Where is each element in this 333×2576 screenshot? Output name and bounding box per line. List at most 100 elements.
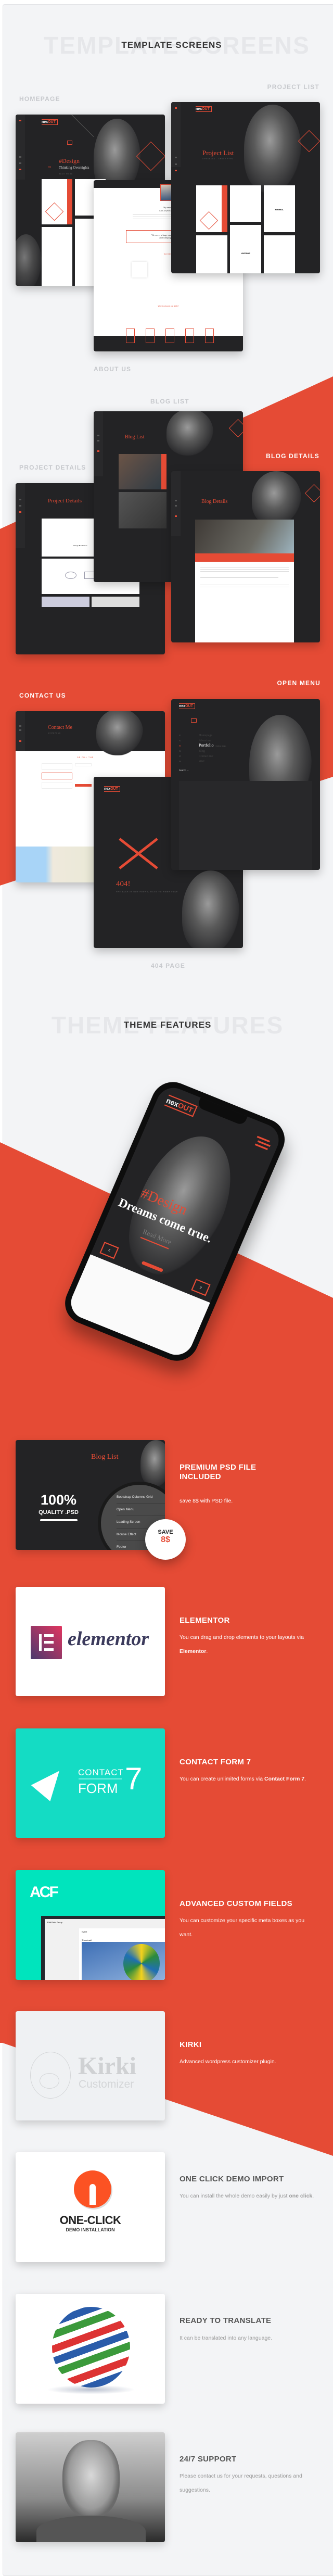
label-project-list: PROJECT LIST	[267, 83, 319, 91]
error-code: 404!	[116, 880, 131, 888]
portrait-image	[140, 1440, 165, 1487]
brush-stroke	[40, 1519, 78, 1521]
project-tile[interactable]: MINIMAL	[264, 185, 295, 232]
deco-square	[298, 130, 320, 153]
bottom-panel	[179, 781, 312, 870]
client-logo	[132, 262, 147, 277]
label-project-details: PROJECT DETAILS	[19, 464, 86, 471]
feature-description: It can be translated into any language.	[180, 2335, 273, 2341]
translate-card	[16, 2294, 165, 2404]
screen-open-menu[interactable]: nexOUT 01 Homepage 02 About me 03 Portfolio P…	[171, 699, 320, 870]
hero-title: #Design	[59, 157, 80, 165]
info-card	[42, 773, 72, 779]
oneclick-sub: DEMO INSTALLATION	[66, 2227, 115, 2232]
project-image	[42, 597, 89, 607]
chevron-left-icon[interactable]: ‹	[99, 1242, 119, 1259]
search-input[interactable]: Search ...	[179, 769, 189, 772]
deco-square	[228, 419, 243, 438]
acf-card: ACF Edit Field Group Event Thumbnail	[16, 1870, 165, 1980]
hero-subtitle: Thinking Overnights	[59, 166, 89, 170]
logo: nexOUT	[164, 1094, 198, 1117]
portrait-image	[16, 234, 42, 286]
project-tile[interactable]	[42, 179, 72, 224]
feature-description: save 8$ with PSD file.	[180, 1498, 233, 1504]
save-badge: SAVE 8$	[145, 1519, 186, 1560]
project-tile[interactable]	[196, 235, 227, 273]
cf7-card: CONTACT FORM 7	[16, 1728, 165, 1838]
section-title: TEMPLATE SCREENS	[121, 40, 222, 50]
logo: nexOUT	[179, 703, 195, 709]
label-404-page: 404 PAGE	[150, 962, 186, 969]
sidebar	[16, 115, 25, 180]
screen-blog-details[interactable]: Blog Details	[171, 471, 320, 642]
label-contact-us: CONTACT US	[19, 692, 66, 699]
logo: nexOUT	[104, 786, 120, 792]
skill-bar	[126, 329, 135, 343]
acf-logo: ACF	[30, 1884, 59, 1901]
layer-item: Open Menu	[117, 1508, 165, 1516]
portrait-image	[252, 471, 301, 526]
error-message[interactable]: THE PAGE IS NOT FOUND, BACK TO HOME PAGE	[116, 891, 178, 893]
deco-square	[136, 141, 165, 171]
sidebar	[171, 102, 181, 171]
info-card	[42, 763, 72, 770]
psd-percent: 100%	[40, 1492, 77, 1508]
click-hand-icon	[74, 2170, 111, 2208]
feature-description: You can install the whole demo easily by…	[180, 2193, 314, 2199]
project-tile[interactable]	[264, 235, 295, 273]
flag-globe-image	[52, 2307, 130, 2388]
chevron-right-icon[interactable]: ›	[191, 1279, 211, 1296]
sidebar	[171, 471, 181, 536]
menu-item-404-[interactable]: 06 404!	[179, 755, 204, 765]
deco-icon	[67, 141, 72, 145]
blog-card[interactable]	[119, 492, 166, 528]
info-card	[42, 782, 72, 789]
layer-item: Bootstrap Columns Grid	[117, 1495, 165, 1504]
feature-description: Advanced wordpress customizer plugin.	[180, 2059, 276, 2065]
screen-project-list[interactable]: nexOUT Project List HOMEPAGE · ABOUT TYP…	[171, 102, 320, 273]
project-tile[interactable]	[196, 185, 227, 232]
kirki-card: Kirki Customizer	[16, 2011, 165, 2120]
label-blog-list: BLOG LIST	[150, 398, 189, 405]
support-card	[16, 2432, 165, 2542]
skills-title: Why to choose our skills?	[158, 305, 179, 307]
feature-title: ONE CLICK DEMO IMPORT	[180, 2175, 284, 2183]
wp-admin-screenshot: Edit Field Group Event Thumbnail	[41, 1916, 165, 1980]
label-homepage: HOMEPAGE	[19, 95, 60, 103]
cf7-number: 7	[125, 1761, 143, 1796]
feature-title: KIRKI	[180, 2040, 202, 2049]
portrait-image	[244, 105, 301, 193]
skill-bar	[165, 329, 174, 343]
support-agent-photo	[62, 2440, 120, 2518]
blog-image	[195, 520, 294, 553]
kirki-name: Kirki	[78, 2052, 137, 2080]
feature-description: You can customize your specific meta box…	[180, 1917, 305, 1938]
blog-card[interactable]	[119, 454, 166, 489]
breadcrumb: HOMEPAGE · ABOUT TYPE	[202, 158, 234, 160]
project-tile[interactable]	[42, 227, 72, 286]
psd-card: Blog List 100% QUALITY .PSD Bootstrap Co…	[16, 1440, 165, 1550]
page-title: Blog Details	[201, 499, 228, 504]
skill-bar	[146, 329, 155, 343]
name-field[interactable]	[75, 763, 92, 766]
send-button[interactable]	[75, 784, 92, 787]
sidebar	[94, 411, 103, 476]
paper-plane-icon	[31, 1763, 69, 1801]
project-tile[interactable]	[230, 185, 261, 222]
label-about-us: ABOUT US	[94, 365, 132, 373]
form-title: OR FILL THE	[77, 756, 94, 759]
oneclick-card: ONE-CLICK DEMO INSTALLATION	[16, 2152, 165, 2262]
elementor-logo-icon	[31, 1626, 62, 1659]
features-title: THEME FEATURES	[123, 1020, 212, 1030]
feature-title: 24/7 SUPPORT	[180, 2455, 237, 2464]
project-tile[interactable]: VINTAGE	[230, 225, 261, 273]
project-image	[92, 597, 139, 607]
menu-icon[interactable]	[257, 1135, 270, 1143]
breadcrumb: HOMEPAGE	[48, 732, 61, 734]
kirki-sub: Customizer	[79, 2078, 134, 2090]
cf7-line2: FORM	[78, 1781, 118, 1796]
psd-quality: QUALITY .PSD	[39, 1509, 79, 1516]
close-icon[interactable]	[191, 718, 197, 723]
read-more-link[interactable]: READ MORE	[59, 173, 73, 175]
feature-title: READY TO TRANSLATE	[180, 2316, 272, 2325]
